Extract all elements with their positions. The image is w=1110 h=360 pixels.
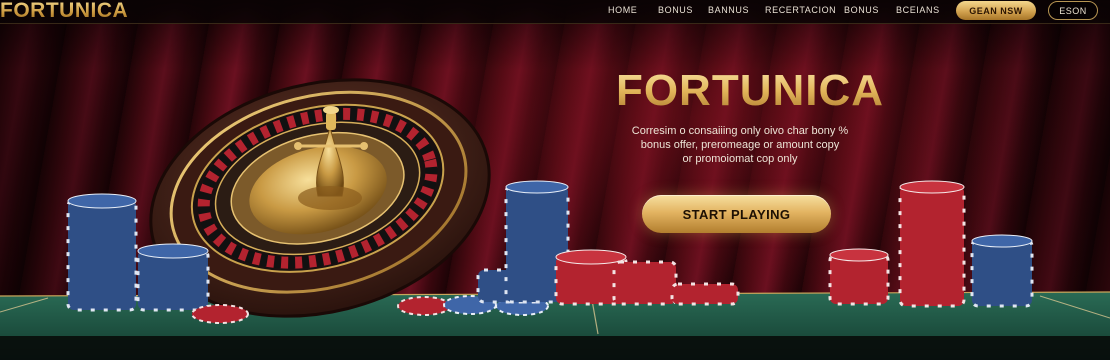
nav-link-home[interactable]: HOME bbox=[608, 5, 637, 15]
hero-subtitle-line-2: bonus offer, preromeage or amount copy bbox=[640, 139, 840, 151]
join-button[interactable]: GEAN NSW bbox=[956, 1, 1036, 20]
hero-vignette bbox=[0, 0, 1110, 360]
nav-link-recertacion[interactable]: RECERTACION bbox=[765, 5, 836, 15]
hero-subtitle: Corresim o consaiiing only oivo char bon… bbox=[590, 124, 890, 166]
hero-subtitle-line-3: or promoiomat cop only bbox=[682, 153, 798, 165]
top-nav-bar: FORTUNICA HOME BONUS BANNUS RECERTACION … bbox=[0, 0, 1110, 24]
login-button[interactable]: ESON bbox=[1048, 1, 1098, 20]
nav-link-bonus-2[interactable]: BONUS bbox=[844, 5, 879, 15]
hero-title: FORTUNICA bbox=[560, 66, 940, 116]
nav-link-bonus[interactable]: BONUS bbox=[658, 5, 693, 15]
brand-logo[interactable]: FORTUNICA bbox=[0, 0, 128, 23]
nav-link-bceians[interactable]: BCEIANS bbox=[896, 5, 940, 15]
hero-subtitle-line-1: Corresim o consaiiing only oivo char bon… bbox=[631, 125, 849, 137]
start-playing-button[interactable]: START PLAYING bbox=[642, 195, 831, 233]
nav-link-bannus[interactable]: BANNUS bbox=[708, 5, 749, 15]
